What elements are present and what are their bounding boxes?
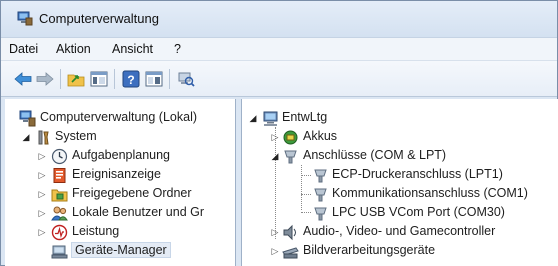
help-icon[interactable]: ? <box>121 69 141 89</box>
collapsed-arrow-icon[interactable]: ▷ <box>37 187 47 201</box>
scan-hardware-icon[interactable] <box>176 69 196 89</box>
port-icon <box>314 188 327 202</box>
svg-text:?: ? <box>127 73 134 87</box>
device-category-label: Akkus <box>303 129 338 143</box>
collapsed-arrow-icon[interactable]: ▷ <box>37 149 47 163</box>
event-viewer-icon <box>53 168 66 183</box>
menu-datei[interactable]: Datei <box>9 42 38 56</box>
device-tree-pane: ◢ EntwLtg ▷ Akkus ◢ Anschlüsse (COM & LP… <box>241 99 558 266</box>
device-port-label: LPC USB VCom Port (COM30) <box>332 205 505 219</box>
device-category-label: Audio-, Video- und Gamecontroller <box>303 224 496 238</box>
tree-node-local-users[interactable]: ▷ Lokale Benutzer und Gr <box>11 204 235 223</box>
device-tree-root[interactable]: ◢ EntwLtg <box>248 109 558 128</box>
port-icon <box>314 169 327 183</box>
collapsed-arrow-icon[interactable]: ▷ <box>270 225 280 239</box>
navigation-tree-pane: Computerverwaltung (Lokal) ◢ System ▷ Au… <box>5 99 236 266</box>
computer-management-icon <box>17 11 33 26</box>
device-manager-icon <box>51 245 68 259</box>
scanner-icon <box>282 247 299 259</box>
speaker-icon <box>283 224 296 241</box>
window-title: Computerverwaltung <box>39 11 159 26</box>
device-port-com30[interactable]: LPC USB VCom Port (COM30) <box>248 204 558 223</box>
device-port-label: ECP-Druckeranschluss (LPT1) <box>332 167 503 181</box>
expanded-arrow-icon[interactable]: ◢ <box>21 130 31 144</box>
tools-icon <box>38 130 49 145</box>
collapsed-arrow-icon[interactable]: ▷ <box>37 168 47 182</box>
tree-node-label: System <box>55 129 97 143</box>
port-icon <box>284 150 297 164</box>
title-bar: Computerverwaltung <box>1 1 557 37</box>
device-port-label: Kommunikationsanschluss (COM1) <box>332 186 528 200</box>
tree-node-label: Ereignisanzeige <box>72 167 161 181</box>
tree-node-label: Geräte-Manager <box>71 242 171 258</box>
tree-node-device-manager[interactable]: Geräte-Manager <box>11 242 235 261</box>
tree-root-label: Computerverwaltung (Lokal) <box>40 110 198 124</box>
back-arrow-icon[interactable] <box>13 69 33 89</box>
up-folder-icon[interactable] <box>66 69 86 89</box>
toolbar-separator <box>169 69 170 89</box>
expanded-arrow-icon[interactable]: ◢ <box>248 111 258 125</box>
computer-management-icon <box>19 110 36 127</box>
computer-management-window: Computerverwaltung Datei Aktion Ansicht … <box>0 0 558 266</box>
tree-node-task-scheduler[interactable]: ▷ Aufgabenplanung <box>11 147 235 166</box>
device-category-akkus[interactable]: ▷ Akkus <box>248 128 558 147</box>
tree-node-performance[interactable]: ▷ Leistung <box>11 223 235 242</box>
toolbar-separator <box>60 69 61 89</box>
menu-bar: Datei Aktion Ansicht ? <box>1 37 557 61</box>
show-hide-tree-icon[interactable] <box>89 69 109 89</box>
device-port-lpt1[interactable]: ECP-Druckeranschluss (LPT1) <box>248 166 558 185</box>
tree-root-computer-management[interactable]: Computerverwaltung (Lokal) <box>11 109 235 128</box>
device-category-imaging[interactable]: ▷ Bildverarbeitungsgeräte <box>248 242 558 261</box>
menu-ansicht[interactable]: Ansicht <box>112 42 153 56</box>
performance-icon <box>51 224 68 241</box>
device-category-label: Anschlüsse (COM & LPT) <box>303 148 447 162</box>
collapsed-arrow-icon[interactable]: ▷ <box>270 244 280 258</box>
battery-icon <box>283 130 298 145</box>
device-category-label: Bildverarbeitungsgeräte <box>303 243 436 257</box>
toolbar: ? <box>1 61 557 97</box>
forward-arrow-icon[interactable] <box>35 69 55 89</box>
tree-node-label: Leistung <box>72 224 120 238</box>
device-category-ports[interactable]: ◢ Anschlüsse (COM & LPT) <box>248 147 558 166</box>
menu-help[interactable]: ? <box>174 42 181 56</box>
port-icon <box>314 207 327 221</box>
properties-icon[interactable] <box>144 69 164 89</box>
shared-folder-icon <box>51 189 68 202</box>
users-icon <box>51 206 68 221</box>
collapsed-arrow-icon[interactable]: ▷ <box>37 206 47 220</box>
tree-node-system[interactable]: ◢ System <box>11 128 235 147</box>
menu-aktion[interactable]: Aktion <box>56 42 91 56</box>
computer-icon <box>263 111 278 126</box>
collapsed-arrow-icon[interactable]: ▷ <box>270 130 280 144</box>
device-port-com1[interactable]: Kommunikationsanschluss (COM1) <box>248 185 558 204</box>
tree-node-event-viewer[interactable]: ▷ Ereignisanzeige <box>11 166 235 185</box>
clock-icon <box>51 148 68 165</box>
device-category-audio[interactable]: ▷ Audio-, Video- und Gamecontroller <box>248 223 558 242</box>
device-tree-root-label: EntwLtg <box>282 110 328 124</box>
tree-node-label: Freigegebene Ordner <box>72 186 192 200</box>
tree-node-label: Lokale Benutzer und Gr <box>72 205 205 219</box>
collapsed-arrow-icon[interactable]: ▷ <box>37 225 47 239</box>
toolbar-separator <box>114 69 115 89</box>
tree-node-shared-folders[interactable]: ▷ Freigegebene Ordner <box>11 185 235 204</box>
tree-node-label: Aufgabenplanung <box>72 148 171 162</box>
expanded-arrow-icon[interactable]: ◢ <box>270 149 280 163</box>
